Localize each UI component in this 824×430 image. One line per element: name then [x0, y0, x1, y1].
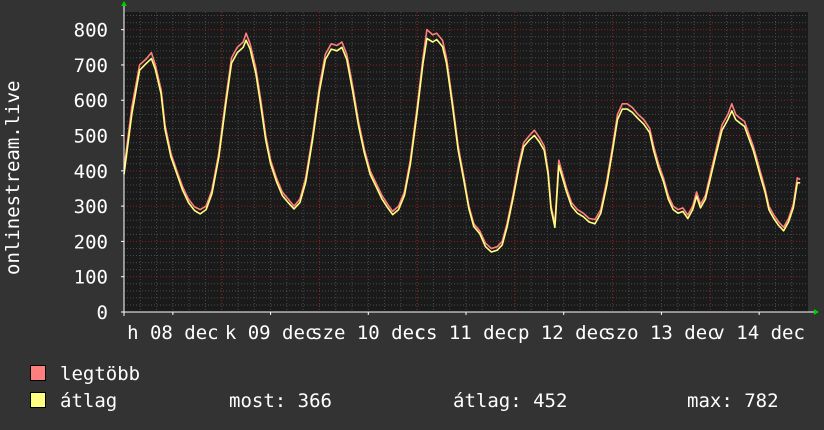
x-tick-label: v 14 dec: [713, 322, 805, 344]
x-tick-label: p 12 dec: [518, 322, 610, 344]
y-tick-label: 800: [74, 20, 108, 42]
x-tick-label: k 09 dec: [225, 322, 317, 344]
atlag-swatch: [30, 392, 46, 408]
y-tick-label: 300: [74, 196, 108, 218]
legtobb-swatch: [30, 365, 46, 381]
stat-most-label: most:: [229, 390, 287, 412]
x-tick-label: h 08 dec: [127, 322, 219, 344]
legend-label-atlag: átlag: [60, 390, 118, 412]
stat-most: most: 366: [229, 389, 332, 413]
y-axis-label: onlinestream.live: [2, 80, 24, 275]
y-tick-label: 700: [74, 55, 108, 77]
stat-most-value: 366: [297, 390, 332, 412]
y-tick-label: 600: [74, 90, 108, 112]
x-tick-label: cs 11 dec: [415, 322, 518, 344]
y-tick-label: 100: [74, 267, 108, 289]
stat-atlag-label: átlag:: [453, 390, 522, 412]
stat-max: max: 782: [687, 389, 779, 413]
stat-max-label: max:: [687, 390, 733, 412]
legend-item-legtobb: legtöbb: [30, 362, 140, 386]
stat-atlag-value: 452: [533, 390, 568, 412]
legend-item-atlag: átlag: [30, 389, 117, 413]
x-tick-label: szo 13 dec: [604, 322, 718, 344]
y-tick-label: 400: [74, 161, 108, 183]
y-axis-arrow-icon: [121, 1, 127, 6]
stat-atlag: átlag: 452: [453, 389, 567, 413]
stat-max-value: 782: [744, 390, 779, 412]
legend-label-legtobb: legtöbb: [60, 363, 141, 385]
x-tick-label: sze 10 dec: [311, 322, 425, 344]
x-axis-arrow-icon: [814, 309, 819, 315]
y-tick-label: 200: [74, 231, 108, 253]
y-tick-label: 500: [74, 126, 108, 148]
y-tick-label: 0: [97, 302, 108, 324]
